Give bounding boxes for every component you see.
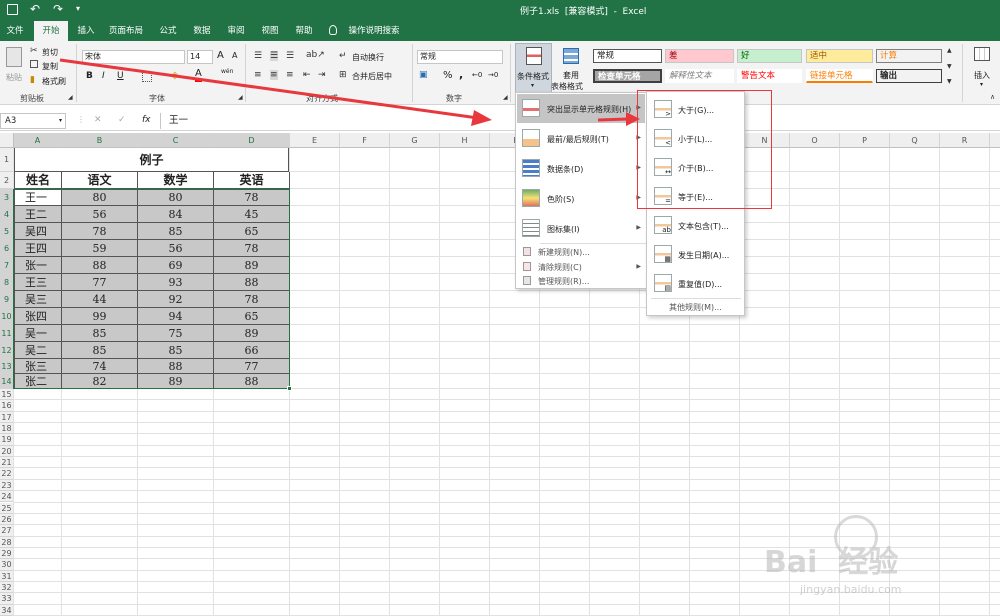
baidu-watermark: Bai 经验 jingyan.baidu.com xyxy=(760,515,990,605)
long-red-arrow xyxy=(59,58,479,120)
short-red-arrow xyxy=(597,117,629,122)
watermark-brand: Bai 经验 xyxy=(764,545,899,580)
long-red-arrowhead xyxy=(471,110,492,126)
watermark-url: jingyan.baidu.com xyxy=(800,583,902,596)
short-red-arrowhead xyxy=(626,112,640,126)
